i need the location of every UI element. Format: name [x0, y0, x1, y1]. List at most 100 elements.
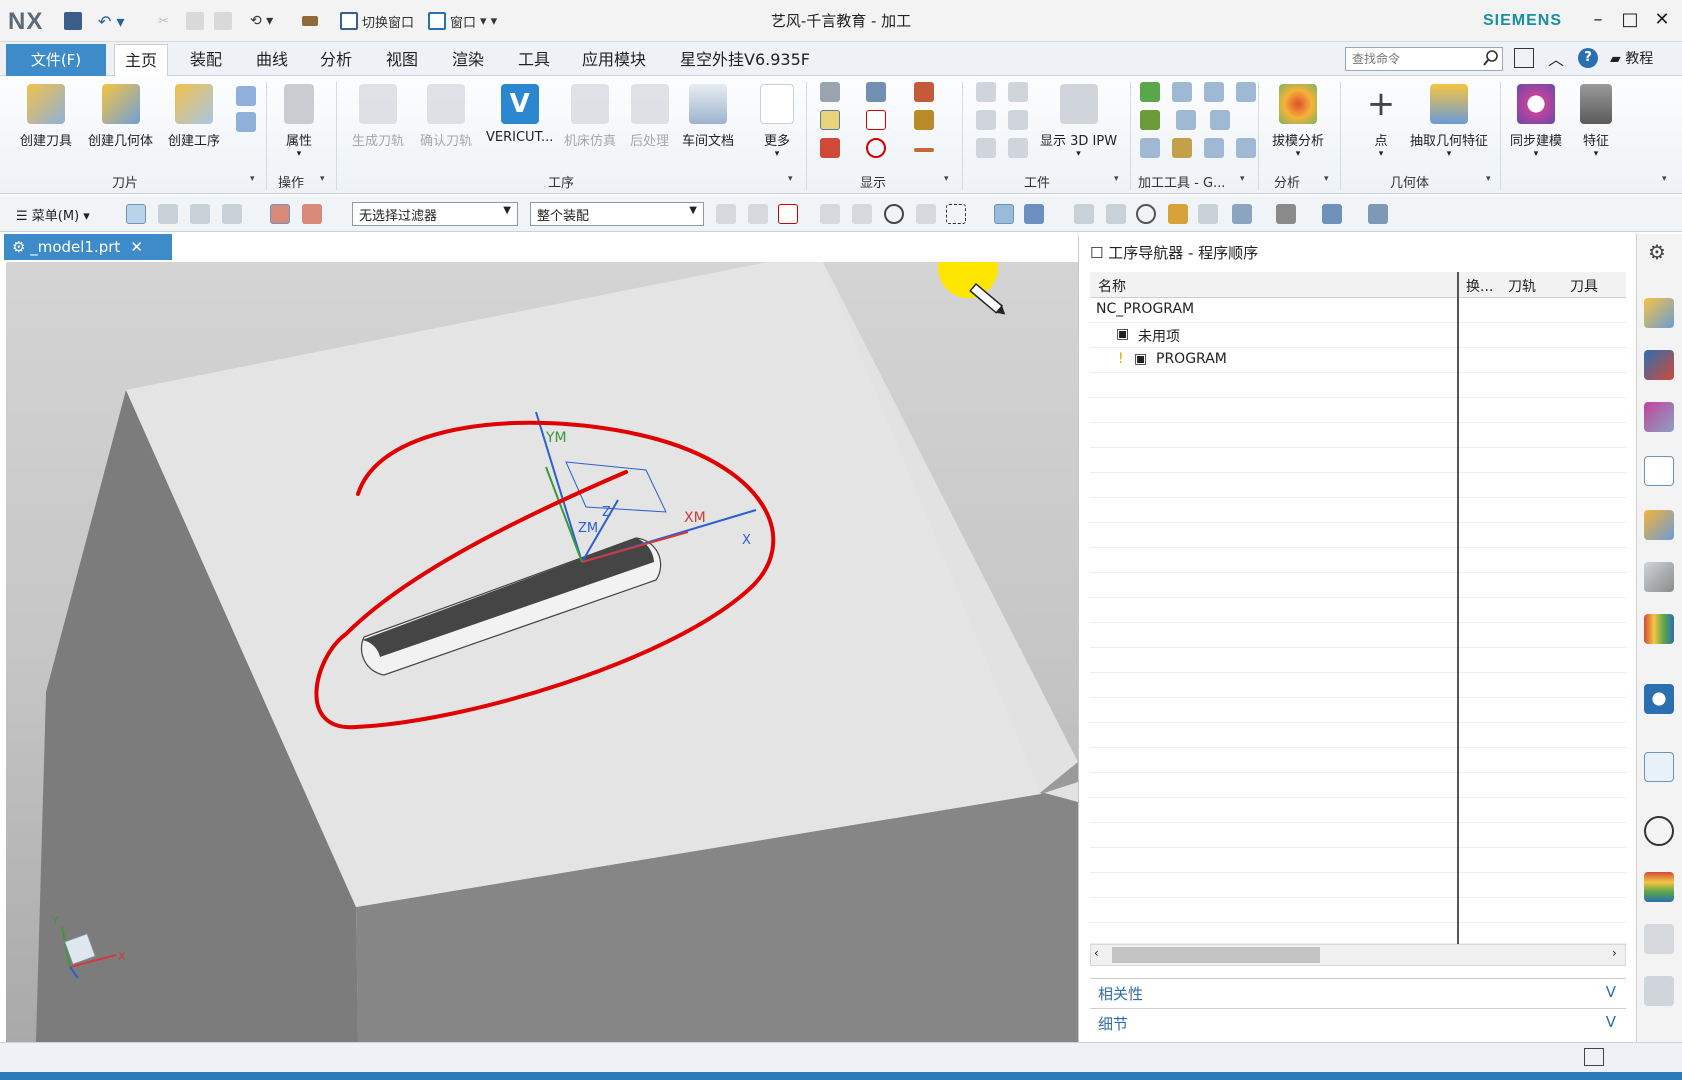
render-style-icon[interactable]	[1276, 204, 1296, 224]
display-icon-6[interactable]	[914, 110, 934, 130]
shop-documentation-button[interactable]: 车间文档	[682, 84, 734, 149]
snap-point-icon-6[interactable]	[884, 204, 904, 224]
group-analysis-dropdown[interactable]: ▾	[1324, 174, 1329, 184]
history-clock-icon[interactable]	[1644, 816, 1674, 846]
minimize-button[interactable]: –	[1584, 6, 1612, 34]
column-name[interactable]: 名称	[1098, 276, 1126, 296]
group-display-dropdown[interactable]: ▾	[944, 174, 949, 184]
constraint-navigator-icon[interactable]	[1644, 350, 1674, 380]
part-navigator-icon[interactable]	[1644, 402, 1674, 432]
workpiece-icon-1[interactable]	[976, 82, 996, 102]
tab-view[interactable]: 视图	[382, 44, 422, 76]
web-browser-icon[interactable]	[1644, 752, 1674, 782]
mfg-tool-icon-2[interactable]	[1172, 82, 1192, 102]
select-body-icon[interactable]	[190, 204, 210, 224]
mfg-tool-icon-9[interactable]	[1172, 138, 1192, 158]
display-icon-5[interactable]	[866, 110, 886, 130]
column-divider[interactable]	[1457, 272, 1459, 944]
rotate-icon[interactable]	[1136, 204, 1156, 224]
verify-toolpath-button[interactable]: 确认刀轨	[420, 84, 472, 149]
tab-application[interactable]: 应用模块	[578, 44, 650, 76]
ribbon-options-dropdown[interactable]: ▾	[1662, 174, 1667, 184]
display-icon-4[interactable]	[820, 110, 840, 130]
snap-point-icon-4[interactable]	[820, 204, 840, 224]
select-mode-icon[interactable]	[126, 204, 146, 224]
group-operation-dropdown[interactable]: ▾	[320, 174, 325, 184]
mfg-tool-icon-5[interactable]	[1140, 110, 1160, 130]
group-blade-dropdown[interactable]: ▾	[250, 174, 255, 184]
snap-point-icon-2[interactable]	[748, 204, 768, 224]
roles-icon[interactable]	[1644, 614, 1674, 644]
fullscreen-icon[interactable]	[1514, 48, 1534, 68]
help-icon[interactable]: ?	[1578, 48, 1598, 68]
display-icon-3[interactable]	[914, 82, 934, 102]
more-button[interactable]: 更多 ▾	[760, 84, 794, 159]
group-mfg-tools-dropdown[interactable]: ▾	[1240, 174, 1245, 184]
column-tool[interactable]: 刀具	[1570, 276, 1598, 296]
machine-tool-navigator-icon[interactable]	[1644, 510, 1674, 540]
view-layout-icon[interactable]	[1232, 204, 1252, 224]
collapse-ribbon-icon[interactable]: ︿	[1548, 46, 1564, 70]
small-tool-icon-1[interactable]	[236, 86, 256, 106]
small-tool-icon-2[interactable]	[236, 112, 256, 132]
display-icon-2[interactable]	[866, 82, 886, 102]
workpiece-icon-3[interactable]	[976, 110, 996, 130]
view-orient-icon-2[interactable]	[1024, 204, 1044, 224]
tab-curve[interactable]: 曲线	[252, 44, 292, 76]
view-orient-icon-1[interactable]	[994, 204, 1014, 224]
feature-button[interactable]: 特征 ▾	[1580, 84, 1612, 159]
pan-icon[interactable]	[1168, 204, 1188, 224]
hd3d-icon[interactable]	[1644, 684, 1674, 714]
group-geometry-dropdown[interactable]: ▾	[1486, 174, 1491, 184]
display-body-icon[interactable]	[1322, 204, 1342, 224]
mfg-tool-icon-4[interactable]	[1236, 82, 1256, 102]
part-file-tab[interactable]: ⚙ _model1.prt ✕	[4, 234, 172, 260]
tab-home[interactable]: 主页	[114, 44, 168, 76]
fullscreen-toggle-icon[interactable]	[1584, 1048, 1604, 1066]
tutorial-button[interactable]: ▰ 教程	[1610, 48, 1653, 68]
rectangle-select-icon[interactable]	[946, 204, 966, 224]
reuse-library-icon[interactable]	[1644, 562, 1674, 592]
select-feature-icon[interactable]	[158, 204, 178, 224]
mfg-tool-icon-3[interactable]	[1204, 82, 1224, 102]
mfg-tool-icon-10[interactable]	[1204, 138, 1224, 158]
tree-row-unused[interactable]: ▣ 未用项	[1090, 323, 1626, 348]
display-icon-9[interactable]	[914, 148, 934, 152]
tree-row-nc-program[interactable]: NC_PROGRAM	[1090, 298, 1626, 323]
chevron-down-icon[interactable]: V	[1606, 1013, 1616, 1031]
close-window-button[interactable]: ✕	[1648, 6, 1676, 34]
selection-filter-select[interactable]: 无选择过滤器 ▼	[352, 202, 518, 226]
workpiece-icon-4[interactable]	[1008, 110, 1028, 130]
assembly-navigator-icon[interactable]	[1644, 298, 1674, 328]
properties-button[interactable]: 属性 ▾	[284, 84, 314, 159]
graphics-viewport[interactable]: YM XM ZM Z X Y X	[6, 262, 1078, 1042]
create-operation-button[interactable]: 创建工序	[168, 84, 220, 149]
snap-point-icon-7[interactable]	[916, 204, 936, 224]
tab-assembly[interactable]: 装配	[186, 44, 226, 76]
column-toolpath[interactable]: 刀轨	[1508, 276, 1536, 296]
machine-simulation-button[interactable]: 机床仿真	[564, 84, 616, 149]
details-panel[interactable]: 细节 V	[1090, 1008, 1626, 1036]
tab-file[interactable]: 文件(F)	[6, 44, 106, 76]
display-icon-7[interactable]	[820, 138, 840, 158]
fit-view-icon[interactable]	[1074, 204, 1094, 224]
vericut-button[interactable]: V VERICUT...	[486, 84, 553, 145]
group-workpiece-dropdown[interactable]: ▾	[1114, 174, 1119, 184]
workpiece-icon-6[interactable]	[1008, 138, 1028, 158]
maximize-button[interactable]: □	[1616, 6, 1644, 34]
tab-tools[interactable]: 工具	[514, 44, 554, 76]
visual-icon[interactable]	[1368, 204, 1388, 224]
dependencies-panel[interactable]: 相关性 V	[1090, 978, 1626, 1006]
zoom-icon[interactable]	[1106, 204, 1126, 224]
scrollbar-thumb[interactable]	[1112, 947, 1320, 963]
chevron-down-icon[interactable]: V	[1606, 983, 1616, 1001]
extract-geometry-button[interactable]: 抽取几何特征 ▾	[1410, 84, 1488, 159]
mfg-tool-icon-7[interactable]	[1210, 110, 1230, 130]
column-change[interactable]: 换...	[1466, 276, 1493, 296]
workpiece-icon-2[interactable]	[1008, 82, 1028, 102]
tab-plugin[interactable]: 星空外挂V6.935F	[676, 44, 814, 76]
close-tab-icon[interactable]: ✕	[130, 238, 143, 256]
group-process-dropdown[interactable]: ▾	[788, 174, 793, 184]
snap-point-icon-3[interactable]	[778, 204, 798, 224]
tab-analysis[interactable]: 分析	[316, 44, 356, 76]
